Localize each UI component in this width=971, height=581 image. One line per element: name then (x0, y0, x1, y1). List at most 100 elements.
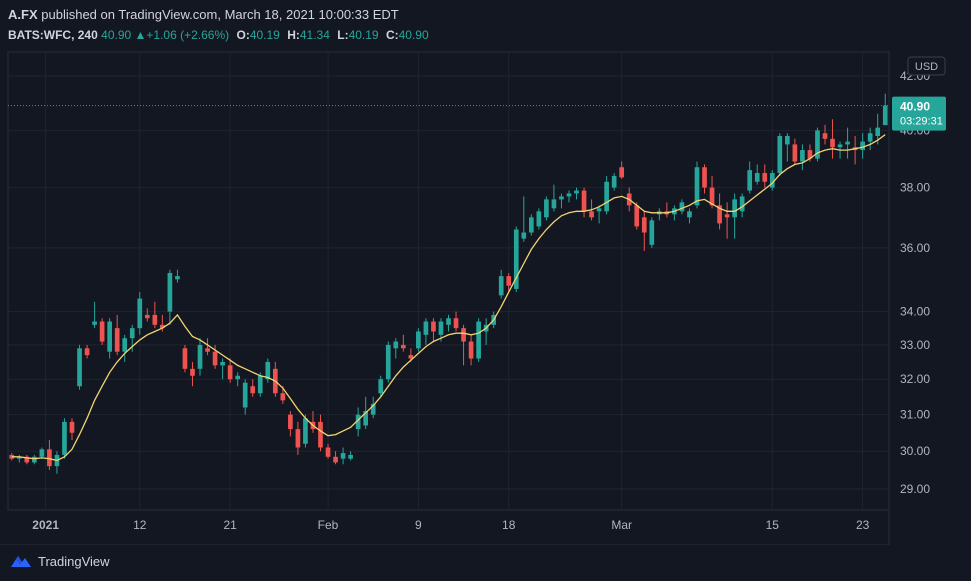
y-tick-label: 29.00 (900, 482, 930, 496)
candle (483, 318, 489, 345)
footer: TradingView (10, 550, 110, 572)
candle (197, 338, 203, 376)
candle (619, 161, 625, 179)
candle (551, 184, 557, 212)
y-tick-label: 38.00 (900, 181, 930, 195)
candle (468, 334, 474, 366)
candle (227, 358, 233, 383)
candle (679, 199, 685, 215)
candle (513, 226, 519, 293)
x-tick-label: Feb (318, 518, 339, 532)
candle (867, 127, 873, 151)
candle (16, 454, 22, 463)
y-tick-label: 34.00 (900, 305, 930, 319)
candle (400, 334, 406, 352)
candle (167, 269, 173, 325)
candle (295, 421, 301, 455)
candle (604, 175, 609, 215)
candle (860, 133, 865, 159)
candle (416, 328, 421, 352)
candle (54, 451, 60, 474)
candle (559, 193, 564, 209)
countdown-timer: 03:29:31 (900, 116, 943, 128)
candle (340, 447, 346, 465)
tradingview-logo-icon (11, 556, 31, 567)
time-axis[interactable]: 2021 12 21 Feb 9 18 Mar 15 23 (32, 518, 869, 532)
candle (544, 196, 549, 221)
candle (453, 311, 459, 332)
candle (385, 341, 391, 383)
candle (62, 418, 67, 459)
candle (566, 190, 572, 203)
candle (32, 454, 37, 465)
candle (732, 193, 737, 239)
candle (393, 338, 399, 359)
last-price-tag-value: 40.90 (900, 100, 930, 114)
candle (792, 138, 798, 165)
candle (476, 318, 481, 362)
candle (92, 301, 97, 329)
brand-name: TradingView (38, 553, 110, 569)
candle (845, 127, 850, 159)
candle (107, 318, 112, 359)
y-tick-label: 33.00 (900, 338, 930, 352)
price-chart[interactable]: 29.00 30.00 31.00 32.00 33.00 34.00 36.00 38.00… (0, 0, 971, 545)
candle (762, 164, 768, 188)
x-tick-label: 23 (856, 518, 870, 532)
y-tick-label: 30.00 (900, 444, 930, 458)
candle (498, 269, 504, 299)
candle (220, 358, 225, 380)
candle (265, 358, 271, 383)
candle (190, 361, 195, 387)
candle (182, 344, 188, 373)
candle (446, 314, 451, 332)
y-tick-label: 36.00 (900, 241, 930, 255)
candle (175, 269, 180, 283)
candle (822, 124, 828, 145)
candle (69, 418, 75, 441)
candle (641, 211, 647, 251)
candle (536, 208, 542, 230)
candle (137, 292, 143, 335)
candle (242, 379, 248, 415)
candle (657, 208, 662, 221)
candle (528, 214, 534, 236)
currency-label: USD (915, 61, 938, 73)
candle (702, 164, 707, 194)
candle (122, 334, 128, 362)
candle (84, 344, 90, 359)
candle (348, 451, 353, 461)
price-axis[interactable]: 29.00 30.00 31.00 32.00 33.00 34.00 36.00 38.00… (900, 69, 930, 496)
candles (9, 93, 888, 474)
candle (272, 361, 278, 397)
y-tick-label: 31.00 (900, 408, 930, 422)
candle (649, 217, 655, 248)
candle (318, 414, 323, 452)
candle (724, 202, 730, 239)
candle (882, 93, 888, 126)
moving-average-line (11, 134, 886, 462)
candle (288, 411, 293, 437)
candle (114, 314, 120, 356)
candle (830, 119, 835, 159)
x-tick-label: 18 (502, 518, 516, 532)
candle (250, 379, 256, 397)
candle (333, 451, 338, 465)
candle (47, 440, 52, 470)
candle (800, 144, 805, 171)
candle (754, 164, 760, 185)
grid-lines (0, 51, 890, 545)
candle (423, 318, 429, 345)
candle (664, 202, 670, 218)
currency-button[interactable]: USD (907, 56, 946, 76)
candle (581, 187, 587, 218)
x-tick-label: 9 (415, 518, 422, 532)
x-tick-label: Mar (611, 518, 632, 532)
candle (39, 447, 45, 459)
x-tick-label: 15 (766, 518, 780, 532)
last-price-tag: 40.90 03:29:31 (892, 96, 946, 131)
y-tick-label: 32.00 (900, 372, 930, 386)
candle (815, 127, 820, 162)
candle (99, 318, 105, 345)
candle (431, 318, 436, 342)
